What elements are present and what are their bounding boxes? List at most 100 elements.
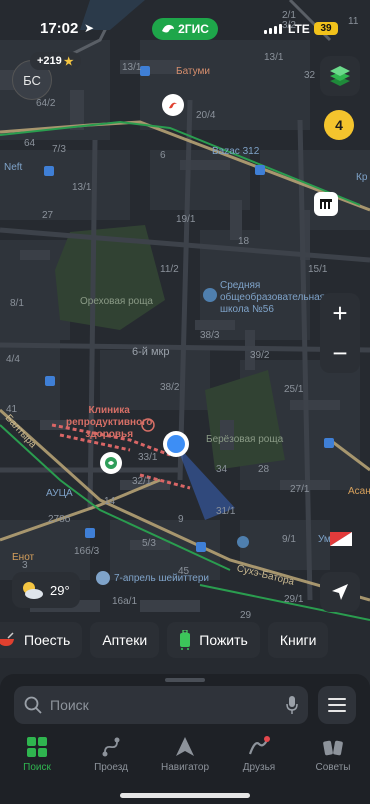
cards-icon: [323, 740, 343, 756]
house-number: 28: [258, 464, 270, 475]
weather-widget[interactable]: 29°: [12, 572, 80, 608]
shop-pin-icon[interactable]: [314, 192, 338, 216]
zoom-in-button[interactable]: +: [320, 293, 360, 333]
chip-stay[interactable]: Пожить: [167, 622, 260, 658]
search-bar[interactable]: [14, 686, 308, 724]
house-number: 32: [304, 70, 316, 81]
zoom-out-button[interactable]: −: [320, 333, 360, 373]
home-indicator: [120, 793, 250, 798]
tab-label: Советы: [315, 762, 351, 773]
tab-label: Проезд: [94, 762, 128, 773]
app-brand-pill[interactable]: 2ГИС: [152, 18, 218, 40]
house-number: 29/1: [284, 594, 304, 605]
poi-kr[interactable]: Кр: [356, 172, 367, 183]
partly-cloudy-icon: [23, 582, 43, 599]
park-label-berezovaya: Берёзовая роща: [206, 434, 284, 445]
poi-7-april[interactable]: 7-апрель шейиттери: [114, 573, 209, 584]
poi-batumi[interactable]: Батуми: [176, 66, 210, 77]
house-number: 27: [42, 210, 54, 221]
bonus-badge[interactable]: +219 ★: [30, 52, 81, 70]
house-number: 38/2: [160, 382, 180, 393]
suitcase-icon: [180, 630, 191, 650]
cell-signal-icon: [264, 24, 282, 34]
bank-pin-icon[interactable]: [100, 452, 122, 474]
house-number: 9: [178, 514, 184, 525]
house-number: 13/1: [72, 182, 92, 193]
house-number: 32/1: [132, 476, 152, 487]
house-number: 278б: [48, 514, 71, 525]
battery-indicator: 39: [314, 22, 338, 35]
poi-school-56[interactable]: Средняя общеобразовательная школа №56: [220, 280, 325, 316]
house-number: 18: [238, 236, 250, 247]
my-location-button[interactable]: [320, 572, 360, 612]
house-number: 5/3: [142, 538, 156, 549]
chip-label: Книги: [279, 632, 317, 648]
tab-label: Поиск: [23, 762, 51, 773]
poi-aucha[interactable]: АУЦА: [46, 488, 73, 499]
chip-label: Поесть: [24, 632, 71, 648]
house-number: 27/1: [290, 484, 310, 495]
house-number: 13/1: [122, 62, 142, 73]
house-number: 34: [216, 464, 228, 475]
food-bowl-icon: [0, 632, 14, 646]
poi-clinic[interactable]: Клиника репродуктивного здоровья: [66, 405, 152, 441]
star-icon: ★: [63, 55, 74, 68]
category-chips: Поесть Аптеки Пожить Книги: [0, 622, 370, 660]
house-number: 13/1: [264, 52, 284, 63]
bonus-count: +219: [37, 55, 62, 67]
house-number: 15/1: [308, 264, 328, 275]
navigator-icon: [176, 737, 194, 756]
house-number: 8/1: [10, 298, 24, 309]
house-number: 11/2: [160, 264, 179, 275]
house-number: 29: [240, 610, 252, 621]
sheet-grabber[interactable]: [165, 678, 205, 682]
house-number: 7/3: [52, 144, 66, 155]
microphone-icon[interactable]: [286, 695, 298, 715]
house-number: 25/1: [284, 384, 304, 395]
house-number: 9/1: [282, 534, 296, 545]
chip-label: Пожить: [199, 632, 248, 648]
chip-food[interactable]: Поесть: [0, 622, 83, 658]
house-number: 16а/1: [112, 596, 138, 607]
zoom-controls: + −: [320, 293, 360, 373]
poi-bazac[interactable]: Bazac 312: [212, 146, 259, 157]
poi-enot[interactable]: Енот: [12, 552, 34, 563]
chip-books[interactable]: Книги: [267, 622, 329, 658]
poi-neft[interactable]: Neft: [4, 162, 22, 173]
house-number: 16б/3: [74, 546, 100, 557]
navigation-arrow-icon: [332, 584, 348, 600]
status-time: 17:02: [40, 20, 79, 37]
weather-temp: 29°: [50, 582, 70, 598]
poi-asan[interactable]: Асан: [348, 486, 370, 497]
menu-button[interactable]: [318, 686, 356, 724]
house-number: 6: [160, 150, 166, 161]
status-bar: 17:02 ➤ 2ГИС LTE 39: [0, 0, 370, 44]
chip-label: Аптеки: [102, 632, 148, 648]
layers-button[interactable]: [320, 56, 360, 96]
search-icon: [24, 696, 42, 714]
tab-search[interactable]: Поиск: [0, 730, 74, 804]
tab-label: Друзья: [242, 762, 276, 773]
house-number: 4/4: [6, 354, 20, 365]
hamburger-menu-icon: [328, 698, 346, 712]
district-label: 6-й мкр: [132, 346, 170, 358]
route-icon: [102, 737, 120, 757]
tab-label: Навигатор: [160, 762, 210, 773]
2gis-bird-icon: [162, 24, 175, 33]
tab-tips[interactable]: Советы: [296, 730, 370, 804]
house-number: 31/1: [216, 506, 236, 517]
search-input[interactable]: [50, 697, 260, 713]
house-number: 38/3: [200, 330, 220, 341]
notifications-badge[interactable]: 4: [324, 110, 354, 140]
house-number: 20/4: [196, 110, 216, 121]
house-number: 64/2: [36, 98, 56, 109]
brand-label: 2ГИС: [178, 22, 209, 36]
house-number: 33/1: [138, 452, 158, 463]
chip-pharmacies[interactable]: Аптеки: [90, 622, 160, 658]
profile-initials: БС: [23, 72, 41, 88]
flag-pin-icon[interactable]: [330, 532, 352, 546]
house-number: 39/2: [250, 350, 270, 361]
restaurant-pin-icon[interactable]: [162, 94, 184, 116]
location-arrow-icon: ➤: [84, 21, 95, 35]
park-label-orekhovaya: Ореховая роща: [80, 296, 153, 307]
